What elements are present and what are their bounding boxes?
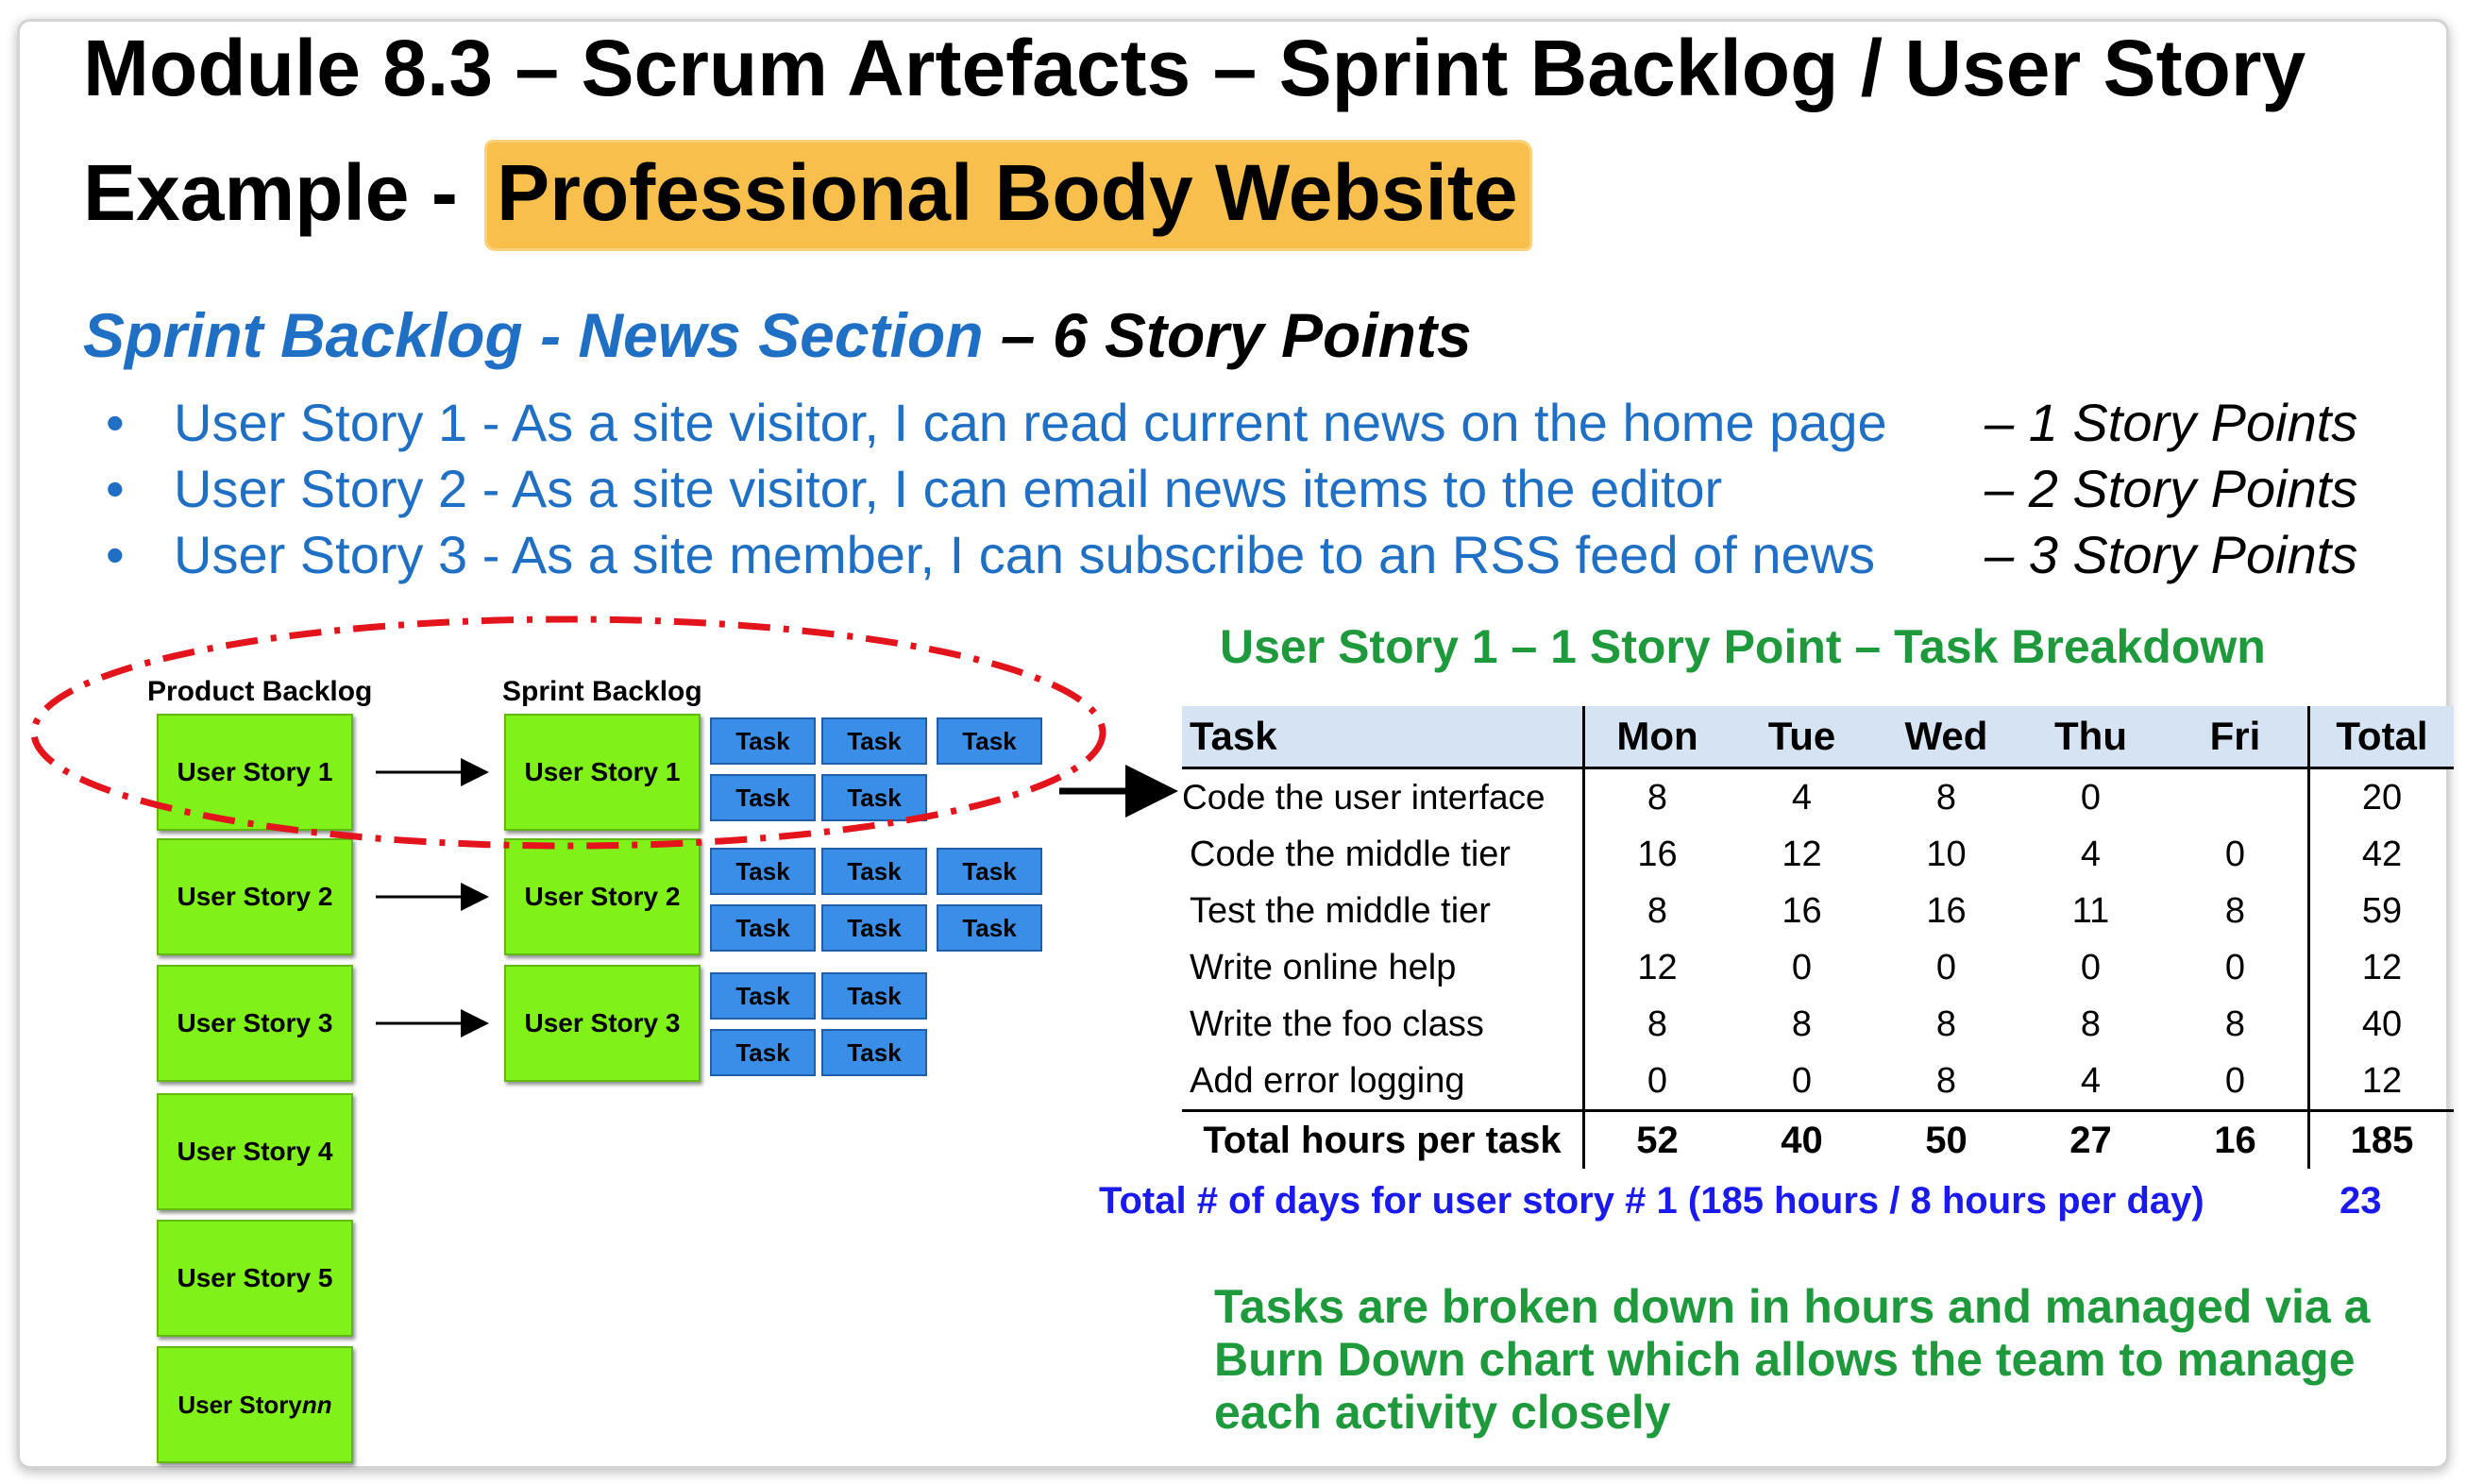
table-row: Code the user interface 8 4 8 0 20 [1182,767,2454,827]
col-header-wed: Wed [1874,706,2018,769]
total-tue: 40 [1730,1109,1874,1169]
task-name: Write the foo class [1182,996,1585,1053]
cell-mon: 0 [1647,1060,1668,1101]
cell-tue: 12 [1782,834,1822,874]
cell-fri: 8 [2224,1003,2246,1044]
cell-total: 59 [2307,883,2454,939]
cell-thu: 11 [2071,890,2110,931]
days-summary-text: Total # of days for user story # 1 (185 … [1099,1180,2204,1222]
cell-tue: 8 [1791,1003,1813,1044]
cell-tue: 0 [1791,1060,1813,1101]
task-breakdown-title: User Story 1 – 1 Story Point – Task Brea… [1220,620,2266,673]
total-grand: 185 [2307,1109,2454,1169]
days-summary-value: 23 [2339,1180,2382,1222]
table-row: Write online help 12 0 0 0 0 12 [1182,939,2454,996]
highlight-ellipse [30,616,1106,850]
task-name: Code the middle tier [1182,826,1585,883]
table-row: Test the middle tier 8 16 16 11 8 59 [1182,883,2454,939]
total-wed: 50 [1874,1109,2018,1169]
cell-mon: 8 [1647,777,1668,818]
cell-fri: 8 [2224,890,2246,931]
cell-wed: 8 [1935,777,1957,818]
col-header-fri: Fri [2163,706,2309,769]
col-header-task: Task [1182,706,1585,769]
cell-thu: 0 [2080,777,2102,818]
table-total-row: Total hours per task 52 40 50 27 16 185 [1182,1109,2454,1169]
cell-total: 40 [2307,996,2454,1053]
col-header-total: Total [2307,706,2454,769]
burndown-note: Tasks are broken down in hours and manag… [1214,1280,2371,1439]
table-row: Code the middle tier 16 12 10 4 0 42 [1182,826,2454,883]
cell-mon: 8 [1647,1003,1668,1044]
cell-tue: 0 [1791,947,1813,987]
cell-total: 12 [2307,939,2454,996]
task-name: Code the user interface [1182,767,1585,826]
table-row: Add error logging 0 0 8 4 0 12 [1182,1053,2454,1111]
col-header-thu: Thu [2018,706,2163,769]
cell-fri: 0 [2224,1060,2246,1101]
cell-wed: 10 [1926,834,1967,874]
cell-mon: 12 [1637,947,1678,987]
cell-wed: 16 [1926,890,1967,931]
cell-fri [2163,768,2309,827]
cell-thu: 4 [2080,834,2102,874]
total-label: Total hours per task [1182,1109,1585,1169]
col-header-mon: Mon [1583,706,1730,769]
task-name: Write online help [1182,939,1585,996]
total-thu: 27 [2018,1109,2163,1169]
task-breakdown-table: Task Mon Tue Wed Thu Fri Total Code the … [1182,706,2454,1169]
cell-tue: 16 [1782,890,1822,931]
cell-thu: 4 [2080,1060,2102,1101]
cell-total: 12 [2307,1053,2454,1111]
cell-mon: 8 [1647,890,1668,931]
cell-thu: 8 [2080,1003,2102,1044]
table-row: Write the foo class 8 8 8 8 8 40 [1182,996,2454,1053]
cell-fri: 0 [2224,834,2246,874]
task-name: Add error logging [1182,1053,1585,1111]
cell-mon: 16 [1637,834,1678,874]
cell-total: 42 [2307,826,2454,883]
cell-fri: 0 [2224,947,2246,987]
cell-total: 20 [2307,767,2454,826]
col-header-tue: Tue [1730,706,1874,769]
cell-wed: 0 [1935,947,1957,987]
task-name: Test the middle tier [1182,883,1585,939]
cell-wed: 8 [1935,1003,1957,1044]
cell-thu: 0 [2080,947,2102,987]
total-mon: 52 [1583,1109,1730,1169]
cell-tue: 4 [1791,777,1813,818]
total-fri: 16 [2163,1109,2309,1169]
cell-wed: 8 [1935,1060,1957,1101]
table-header-row: Task Mon Tue Wed Thu Fri Total [1182,706,2454,769]
